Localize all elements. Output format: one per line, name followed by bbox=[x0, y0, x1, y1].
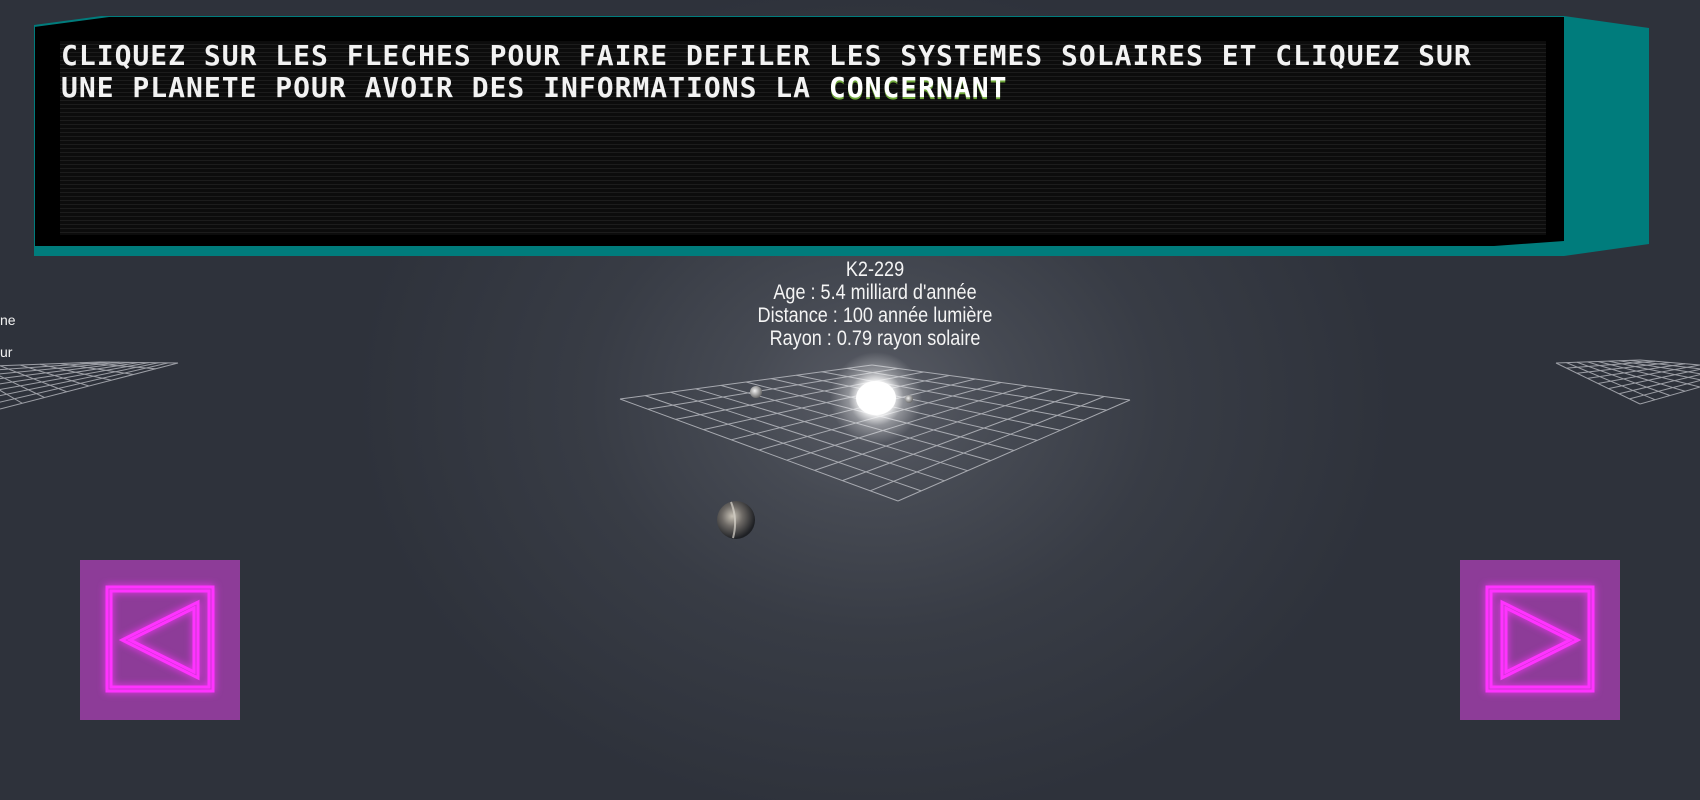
star-info-panel: K2-229 Age : 5.4 milliard d'année Distan… bbox=[725, 258, 1026, 350]
planet-small-right[interactable] bbox=[905, 395, 913, 403]
star-age: Age : 5.4 milliard d'année bbox=[773, 281, 977, 304]
star[interactable] bbox=[856, 381, 896, 415]
dialog-message-typing: CONCERNANT bbox=[828, 71, 1008, 104]
star-name: K2-229 bbox=[845, 258, 905, 281]
left-arrow-icon bbox=[105, 585, 215, 693]
dialog-message-text: CLIQUEZ SUR LES FLECHES POUR FAIRE DEFIL… bbox=[61, 39, 1472, 104]
instruction-dialog: CLIQUEZ SUR LES FLECHES POUR FAIRE DEFIL… bbox=[34, 16, 1649, 256]
star-radius: Rayon : 0.79 rayon solaire bbox=[769, 327, 981, 350]
neighbor-grid-left bbox=[0, 361, 179, 410]
right-arrow-icon bbox=[1485, 585, 1595, 693]
neighbor-label-line1: ne bbox=[0, 312, 16, 328]
dialog-message: CLIQUEZ SUR LES FLECHES POUR FAIRE DEFIL… bbox=[61, 40, 1531, 104]
star-distance: Distance : 100 année lumière bbox=[757, 304, 993, 327]
previous-system-button[interactable] bbox=[80, 560, 240, 720]
neighbor-label-line2: ur bbox=[0, 344, 13, 360]
next-system-button[interactable] bbox=[1460, 560, 1620, 720]
planet-large[interactable] bbox=[717, 501, 755, 539]
planet-small-left[interactable] bbox=[750, 386, 762, 398]
neighbor-grid-right bbox=[1555, 359, 1700, 405]
